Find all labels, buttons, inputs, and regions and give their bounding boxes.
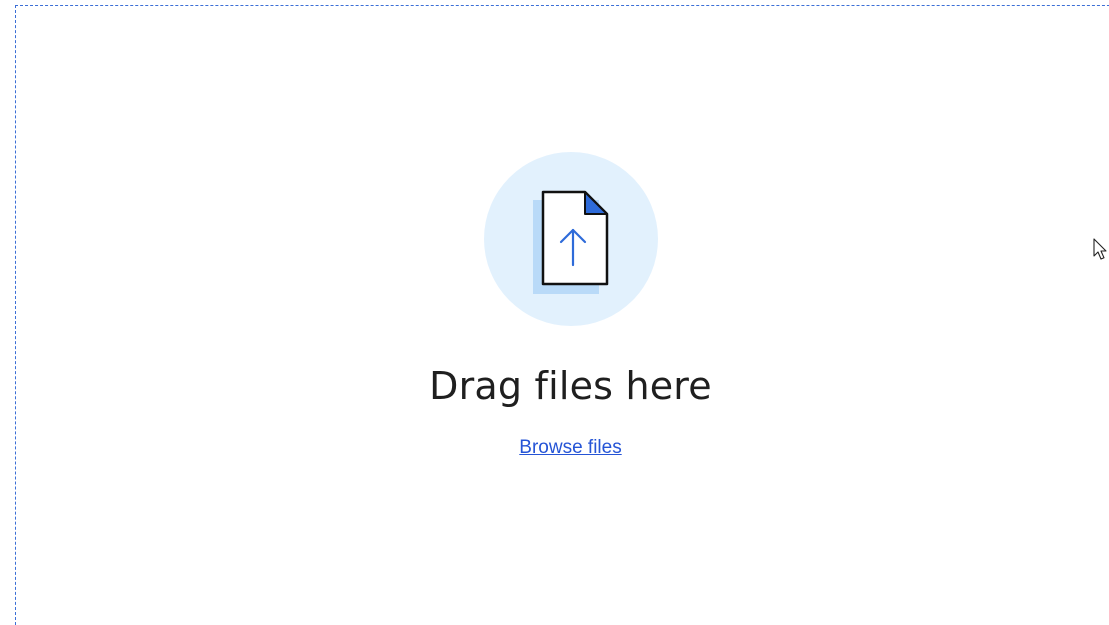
upload-illustration bbox=[484, 152, 658, 326]
file-upload-icon bbox=[533, 190, 609, 294]
drop-zone-content: Drag files here Browse files bbox=[15, 0, 1109, 595]
drop-zone-title: Drag files here bbox=[429, 364, 712, 408]
mouse-pointer-icon bbox=[1093, 238, 1109, 267]
browse-files-link[interactable]: Browse files bbox=[519, 437, 621, 458]
folded-corner-shape bbox=[584, 191, 608, 215]
browse-files-link-wrapper: Browse files bbox=[15, 437, 1109, 459]
